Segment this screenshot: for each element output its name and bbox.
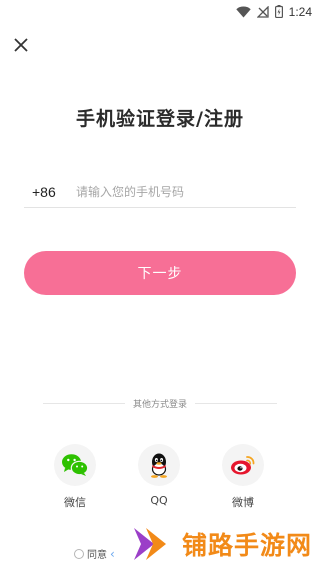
agreement-checkbox[interactable] [74,548,84,559]
wechat-login-button[interactable]: 微信 [52,444,98,510]
weibo-login-label: 微博 [232,496,254,509]
battery-icon [274,3,283,22]
wechat-icon [62,454,89,476]
close-icon [14,38,28,52]
watermark: 铺路手游网 [132,524,312,564]
divider-line-right [195,402,278,404]
close-button[interactable] [9,33,33,57]
weibo-icon-circle [222,444,264,486]
qq-login-label: QQ [150,494,168,507]
status-icons: 1:24 [235,3,312,22]
status-time: 1:24 [288,5,312,19]
phone-input-row: +86 [24,176,296,208]
other-login-label: 其他方式登录 [133,399,188,410]
country-code-selector[interactable]: +86 [24,184,76,200]
watermark-text: 铺路手游网 [182,531,313,560]
other-login-divider: 其他方式登录 [43,396,278,410]
wifi-icon [235,3,251,22]
divider-line-left [43,402,125,404]
phone-input[interactable] [76,176,296,207]
watermark-logo-icon [134,528,166,560]
agreement-label: 同意 [87,550,107,561]
chevron-left-icon: ‹ [110,546,115,561]
next-button[interactable]: 下一步 [24,251,296,295]
no-signal-icon [256,3,269,22]
qq-icon-circle [138,444,180,486]
agreement-row: 同意 ‹ [74,546,115,561]
status-bar: 1:24 [0,0,320,24]
wechat-login-label: 微信 [64,496,86,509]
weibo-login-button[interactable]: 微博 [220,444,266,510]
qq-icon [151,453,167,478]
wechat-icon-circle [54,444,96,486]
qq-login-button[interactable]: QQ [136,444,182,507]
page-title: 手机验证登录/注册 [76,108,244,130]
weibo-icon [231,456,255,475]
